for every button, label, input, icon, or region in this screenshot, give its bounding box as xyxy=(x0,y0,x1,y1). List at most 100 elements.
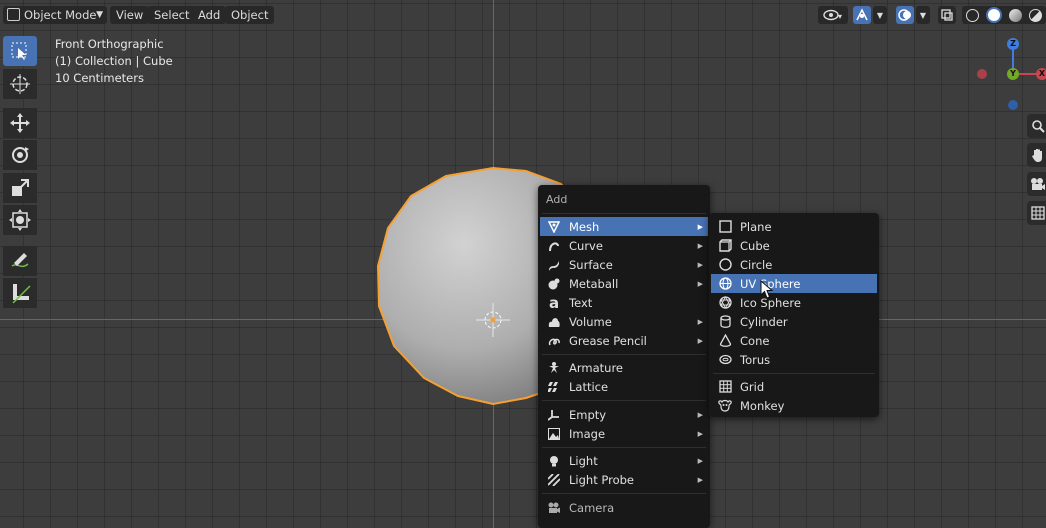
select-box-tool[interactable] xyxy=(3,36,37,66)
submenu-arrow-icon: ▶ xyxy=(697,241,703,250)
menu-item-empty[interactable]: Empty ▶ xyxy=(540,405,708,424)
mesh-item-ico-sphere[interactable]: Ico Sphere xyxy=(711,293,877,312)
annotate-icon xyxy=(11,253,29,268)
cylinder-icon xyxy=(718,315,732,329)
navigation-gizmo[interactable]: Z Y X xyxy=(970,32,1046,122)
perspective-toggle-button[interactable] xyxy=(1027,201,1046,225)
surface-icon xyxy=(547,258,561,272)
rotate-tool[interactable] xyxy=(3,140,37,170)
gizmo-toggle[interactable] xyxy=(853,6,871,24)
annotate-tool[interactable] xyxy=(3,246,37,276)
uv-sphere-icon xyxy=(718,277,732,291)
menu-item-light-probe[interactable]: Light Probe ▶ xyxy=(540,470,708,489)
add-menu-title: Add xyxy=(546,193,568,206)
pan-button[interactable] xyxy=(1027,143,1046,167)
submenu-arrow-icon: ▶ xyxy=(697,317,703,326)
object-mode-icon xyxy=(7,8,20,21)
rotate-icon xyxy=(12,147,29,163)
object-mode-label: Object Mode xyxy=(24,8,97,22)
menu-item-grease-pencil[interactable]: Grease Pencil ▶ xyxy=(540,331,708,350)
monkey-icon xyxy=(718,399,732,413)
image-icon xyxy=(547,427,561,441)
camera-view-icon xyxy=(1031,178,1045,190)
menu-separator xyxy=(542,447,706,448)
armature-icon xyxy=(547,361,561,375)
plane-icon xyxy=(718,220,732,234)
menu-separator xyxy=(713,373,875,374)
negative-x-axis-handle[interactable] xyxy=(977,69,987,79)
rendered-shading-icon[interactable] xyxy=(1029,8,1043,22)
menu-item-image[interactable]: Image ▶ xyxy=(540,424,708,443)
chevron-down-icon: ▼ xyxy=(919,10,927,20)
menu-item-label: Grease Pencil xyxy=(569,333,647,348)
mesh-item-cone[interactable]: Cone xyxy=(711,331,877,350)
menu-item-surface[interactable]: Surface ▶ xyxy=(540,255,708,274)
y-axis-handle[interactable]: Y xyxy=(1007,68,1019,80)
object-mode-dropdown[interactable]: Object Mode ▼ xyxy=(3,6,107,24)
volume-icon xyxy=(547,315,561,329)
gizmo-options-dropdown[interactable]: ▼ xyxy=(873,6,887,24)
mesh-item-monkey[interactable]: Monkey xyxy=(711,396,877,415)
wireframe-shading-icon[interactable] xyxy=(965,8,979,22)
scale-text: 10 Centimeters xyxy=(55,71,144,85)
text-icon: a xyxy=(548,293,560,312)
add-menu: Add Mesh ▶ Curve ▶ Surface ▶ Metaball ▶ … xyxy=(538,185,710,528)
camera-icon xyxy=(547,501,561,515)
menu-item-label: Mesh xyxy=(569,219,600,234)
mesh-item-cube[interactable]: Cube xyxy=(711,236,877,255)
solid-shading-icon[interactable] xyxy=(985,7,1002,23)
camera-view-button[interactable] xyxy=(1027,172,1046,196)
menu-item-label: Curve xyxy=(569,238,603,253)
mesh-item-circle[interactable]: Circle xyxy=(711,255,877,274)
mesh-item-grid[interactable]: Grid xyxy=(711,377,877,396)
eye-icon: ▾ xyxy=(823,9,842,21)
negative-z-axis-handle[interactable] xyxy=(1008,100,1018,110)
object-menu[interactable]: Object xyxy=(225,6,275,24)
visibility-dropdown[interactable]: ▾ xyxy=(818,6,848,24)
mouse-pointer-icon xyxy=(760,280,774,299)
menu-separator xyxy=(542,354,706,355)
transform-tool[interactable] xyxy=(3,205,37,235)
mesh-icon xyxy=(547,220,561,234)
lattice-icon xyxy=(547,380,561,394)
mesh-item-cylinder[interactable]: Cylinder xyxy=(711,312,877,331)
select-menu[interactable]: Select xyxy=(148,6,196,24)
menu-item-metaball[interactable]: Metaball ▶ xyxy=(540,274,708,293)
material-shading-icon[interactable] xyxy=(1009,8,1023,22)
menu-item-label: Camera xyxy=(569,500,615,515)
grid-icon xyxy=(718,380,732,394)
submenu-arrow-icon: ▶ xyxy=(697,336,703,345)
menu-item-armature[interactable]: Armature xyxy=(540,358,708,377)
menu-item-curve[interactable]: Curve ▶ xyxy=(540,236,708,255)
menu-item-light[interactable]: Light ▶ xyxy=(540,451,708,470)
view-menu[interactable]: View xyxy=(110,6,150,24)
cursor-tool[interactable] xyxy=(3,69,37,99)
menu-item-label: Image xyxy=(569,426,606,441)
menu-item-label: Surface xyxy=(569,257,613,272)
z-axis-handle[interactable]: Z xyxy=(1007,38,1019,50)
x-axis-handle[interactable]: X xyxy=(1036,68,1046,80)
overlays-options-dropdown[interactable]: ▼ xyxy=(916,6,930,24)
menu-item-camera[interactable]: Camera xyxy=(540,498,708,517)
move-tool[interactable] xyxy=(3,108,37,138)
submenu-arrow-icon: ▶ xyxy=(697,222,703,231)
add-menu-button[interactable]: Add xyxy=(192,6,227,24)
menu-item-lattice[interactable]: Lattice xyxy=(540,377,708,396)
mesh-item-label: Cylinder xyxy=(740,314,788,329)
overlays-toggle[interactable] xyxy=(896,6,914,24)
xray-toggle[interactable] xyxy=(938,6,956,24)
measure-tool[interactable] xyxy=(3,278,37,308)
mesh-item-torus[interactable]: Torus xyxy=(711,350,877,369)
menu-item-mesh[interactable]: Mesh ▶ xyxy=(540,217,708,236)
menu-item-text[interactable]: a Text xyxy=(540,293,708,312)
scale-tool[interactable] xyxy=(3,173,37,203)
mesh-item-label: Grid xyxy=(740,379,765,394)
menu-item-volume[interactable]: Volume ▶ xyxy=(540,312,708,331)
xray-icon xyxy=(941,9,953,21)
zoom-icon xyxy=(1032,120,1045,133)
zoom-button[interactable] xyxy=(1027,114,1046,138)
submenu-arrow-icon: ▶ xyxy=(697,456,703,465)
mesh-item-plane[interactable]: Plane xyxy=(711,217,877,236)
mesh-item-uv-sphere[interactable]: UV Sphere xyxy=(711,274,877,293)
measure-icon xyxy=(12,284,31,304)
